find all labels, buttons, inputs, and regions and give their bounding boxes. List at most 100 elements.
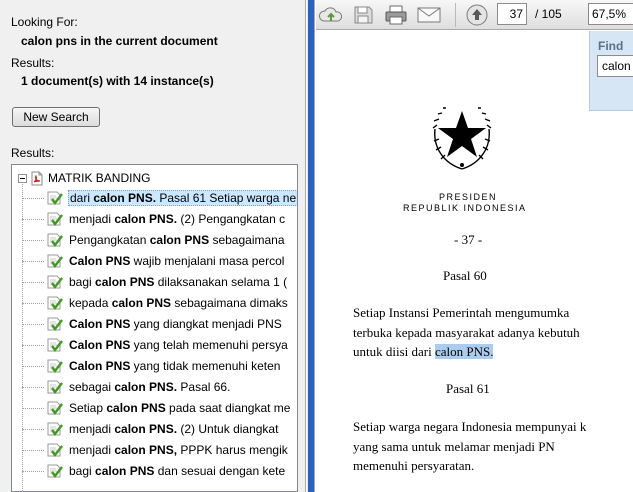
result-item[interactable]: menjadi calon PNS. (2) Untuk diangkat [12,419,297,440]
tree-connector [22,261,44,262]
result-context: dilaksanakan selama 1 ( [154,275,288,289]
tree-connector [22,198,44,199]
result-context: menjadi [69,443,115,457]
save-disk-icon[interactable] [349,2,377,28]
results-summary: 1 document(s) with 14 instance(s) [21,74,214,88]
document-view[interactable]: PRESIDEN REPUBLIK INDONESIA - 37 - Pasal… [316,31,633,492]
tree-connector [22,282,44,283]
page-total: / 105 [535,7,562,21]
result-checkmark-icon [46,463,63,480]
result-checkmark-icon [46,295,63,312]
zoom-input[interactable] [588,3,633,25]
result-match: calon PNS [149,233,210,247]
tree-document-node[interactable]: MATRIK BANDING [18,169,150,187]
result-context: bagi [69,275,96,289]
result-text: menjadi calon PNS. (2) Untuk diangkat [69,422,278,436]
result-context: wajib menjalani masa percol [130,254,285,268]
result-match: Calon PNS [69,254,131,268]
result-context: PPPK harus mengik [177,443,288,457]
result-match: calon PNS. [114,212,178,226]
result-checkmark-icon [46,379,63,396]
results-tree[interactable]: MATRIK BANDING dari calon PNS. Pasal 61 … [11,164,298,492]
result-text: Calon PNS yang tidak memenuhi keten [69,359,280,373]
result-context: yang telah memenuhi persya [130,338,288,352]
page-number-input[interactable] [497,3,527,25]
result-checkmark-icon [46,211,63,228]
print-icon[interactable] [382,2,410,28]
result-context: menjadi [69,212,115,226]
result-match: calon PNS [95,464,155,478]
result-checkmark-icon [46,442,63,459]
result-item[interactable]: menjadi calon PNS, PPPK harus mengik [12,440,297,461]
result-text: Calon PNS yang diangkat menjadi PNS [69,317,282,331]
result-checkmark-icon [46,253,63,270]
upload-cloud-icon[interactable] [317,2,345,28]
document-name: MATRIK BANDING [48,171,151,185]
tree-connector [22,303,44,304]
splitter-grip[interactable] [308,0,314,492]
new-search-button[interactable]: New Search [12,107,100,127]
result-item[interactable]: kepada calon PNS sebagaimana dimaks [12,293,297,314]
result-context: yang tidak memenuhi keten [130,359,281,373]
result-context: kepada [69,296,112,310]
result-context: sebagaimana dimaks [171,296,288,310]
find-box: Find [589,31,633,111]
tree-connector [22,429,44,430]
previous-page-icon[interactable] [463,2,491,28]
result-match: calon PNS [95,275,155,289]
pasal-60-heading: Pasal 60 [443,268,487,283]
result-context: dan sesuai dengan kete [154,464,286,478]
result-checkmark-icon [46,274,63,291]
panel-splitter[interactable] [307,0,315,492]
result-context: sebagaimana [209,233,285,247]
result-item[interactable]: Calon PNS yang telah memenuhi persya [12,335,297,356]
result-context: Pasal 61 Setiap warga ne [156,191,297,205]
garuda-emblem-icon [432,107,492,170]
find-label: Find [598,39,624,53]
pdf-document-icon [30,171,44,186]
paragraph-line: yang sama untuk melamar menjadi PN [353,439,555,454]
result-match: calon PNS [111,296,172,310]
result-text: Pengangkatan calon PNS sebagaimana [69,233,285,247]
paragraph-line: memenuhi persyaratan. [353,458,475,473]
result-context: yang diangkat menjadi PNS [130,317,282,331]
result-match: Calon PNS [69,359,131,373]
result-match: Calon PNS [69,317,131,331]
result-text: bagi calon PNS dan sesuai dengan kete [69,464,285,478]
result-context: dari [70,191,94,205]
result-checkmark-icon [46,190,63,207]
result-item[interactable]: menjadi calon PNS. (2) Pengangkatan c [12,209,297,230]
result-item[interactable]: dari calon PNS. Pasal 61 Setiap warga ne [12,188,297,209]
result-item[interactable]: bagi calon PNS dilaksanakan selama 1 ( [12,272,297,293]
result-item[interactable]: Setiap calon PNS pada saat diangkat me [12,398,297,419]
result-item[interactable]: Calon PNS yang diangkat menjadi PNS [12,314,297,335]
president-line1: PRESIDEN [439,192,498,202]
result-item[interactable]: Calon PNS yang tidak memenuhi keten [12,356,297,377]
president-line2: REPUBLIK INDONESIA [403,203,527,213]
result-item[interactable]: Calon PNS wajib menjalani masa percol [12,251,297,272]
paragraph-text: untuk diisi dari [353,344,435,359]
result-match: calon PNS. [93,191,157,205]
results-list-label: Results: [11,146,55,160]
result-checkmark-icon [46,337,63,354]
result-item[interactable]: sebagai calon PNS. Pasal 66. [12,377,297,398]
result-checkmark-icon [46,232,63,249]
result-item[interactable]: bagi calon PNS dan sesuai dengan kete [12,461,297,482]
result-match: calon PNS, [114,443,178,457]
toolbar [316,0,633,30]
result-match: calon PNS. [114,422,178,436]
result-text: Calon PNS wajib menjalani masa percol [69,254,284,268]
tree-connector [22,471,44,472]
tree-connector [22,450,44,451]
find-input[interactable] [597,55,633,77]
tree-connector [22,324,44,325]
result-checkmark-icon [46,400,63,417]
email-icon[interactable] [415,2,443,28]
tree-connector [22,387,44,388]
tree-connector [22,366,44,367]
result-checkmark-icon [46,358,63,375]
result-checkmark-icon [46,316,63,333]
collapse-toggle-icon[interactable] [18,173,27,183]
search-panel: Looking For: calon pns in the current do… [0,0,306,492]
result-item[interactable]: Pengangkatan calon PNS sebagaimana [12,230,297,251]
